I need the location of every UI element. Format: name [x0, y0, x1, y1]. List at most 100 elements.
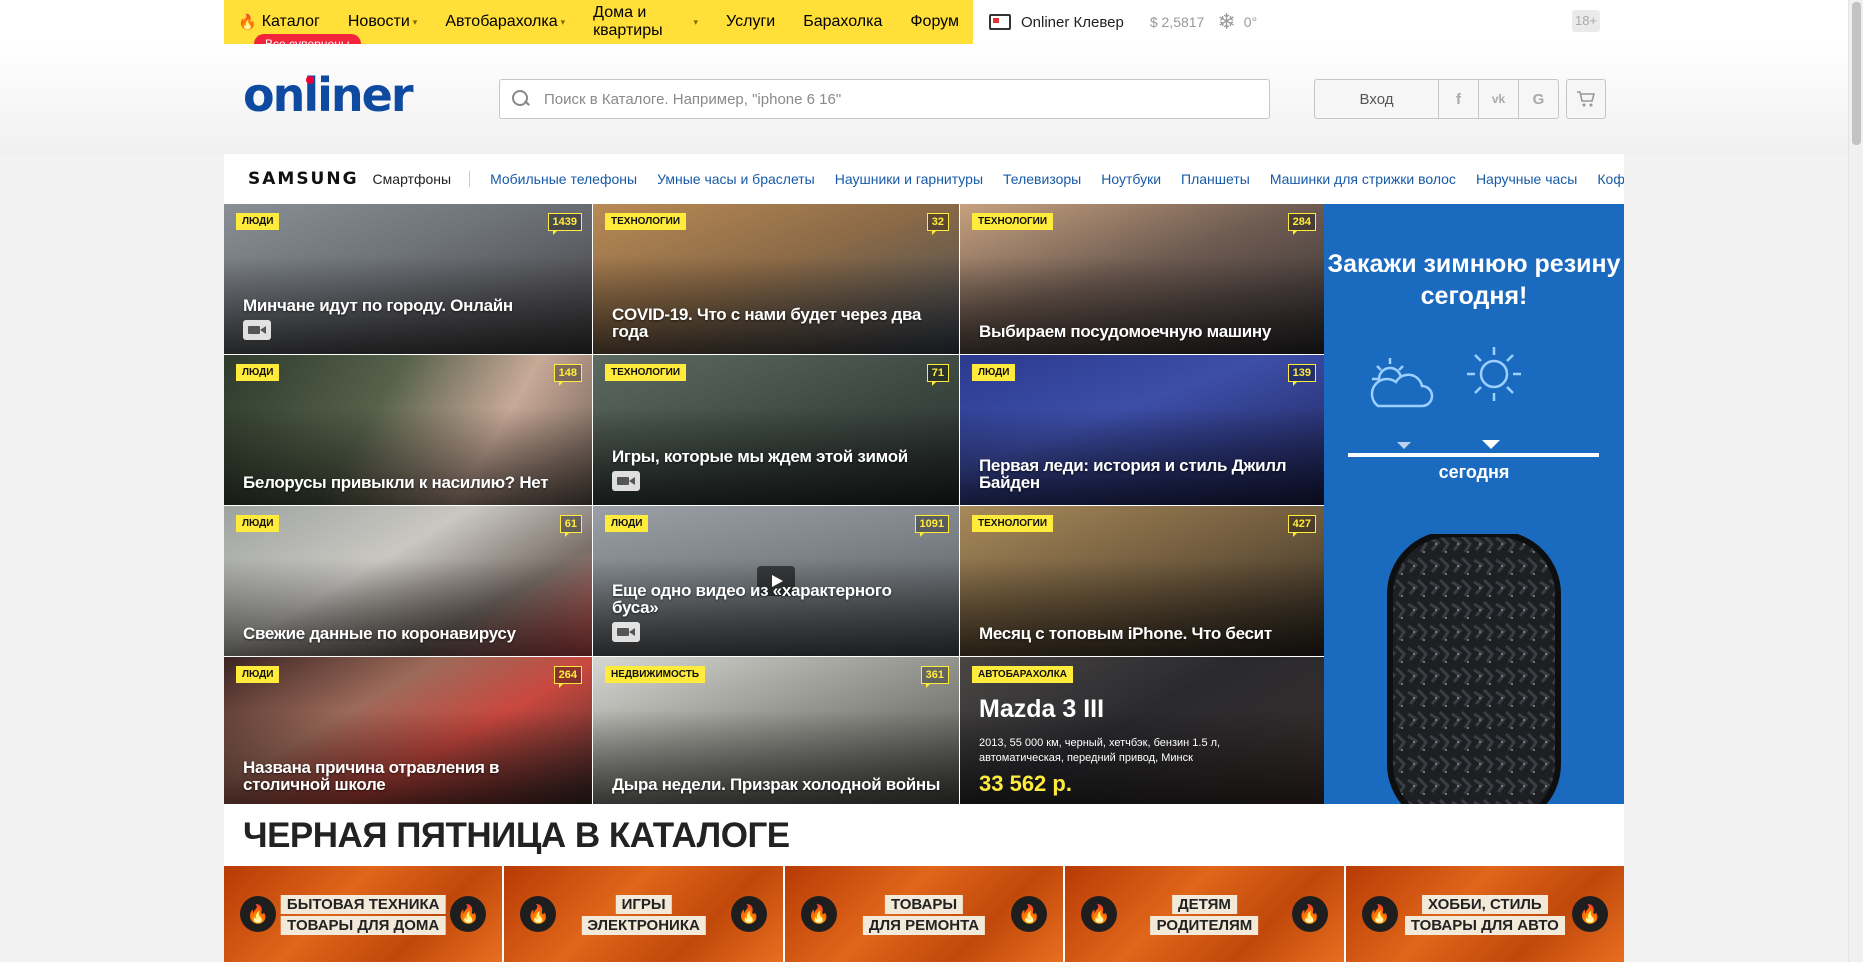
- nav-item-3[interactable]: Дома и квартиры ▾: [579, 0, 712, 44]
- search-input[interactable]: [544, 90, 1269, 108]
- clever-link[interactable]: Onliner Клевер: [1021, 14, 1124, 31]
- car-price: 33 562 р.: [979, 771, 1072, 796]
- comments-count[interactable]: 61: [559, 515, 582, 537]
- black-friday-card[interactable]: 🔥 ХОББИ, СТИЛЬ ТОВАРЫ ДЛЯ АВТО 🔥: [1345, 866, 1625, 962]
- comments-count[interactable]: 148: [553, 364, 582, 386]
- card-label: ТОВАРЫ ДЛЯ РЕМОНТА: [862, 894, 986, 936]
- car-description: 2013, 55 000 км, черный, хетчбэк, бензин…: [979, 737, 1221, 764]
- news-title[interactable]: Еще одно видео из «характерного буса»: [612, 582, 941, 616]
- news-tile[interactable]: Люди 61 Свежие данные по коронавирусу: [224, 506, 592, 656]
- site-header: onliner Вход f vk G: [0, 44, 1848, 154]
- news-tile[interactable]: Люди 139 Первая леди: история и стиль Джил…: [960, 355, 1326, 505]
- black-friday-section: ЧЕРНАЯ ПЯТНИЦА В КАТАЛОГЕ: [224, 804, 1624, 866]
- news-title[interactable]: Названа причина отравления в столичной ш…: [243, 759, 574, 793]
- rubric-badge[interactable]: Автобарахолка: [972, 666, 1074, 683]
- fire-icon: 🔥: [1572, 896, 1609, 932]
- login-button[interactable]: Вход: [1315, 80, 1438, 118]
- news-tile[interactable]: Люди 1439 Минчане идут по городу. Онлайн: [224, 204, 592, 354]
- rubric-badge[interactable]: Люди: [236, 666, 280, 683]
- video-camera-icon: [612, 471, 640, 491]
- facebook-login-icon[interactable]: f: [1438, 80, 1478, 118]
- category-link[interactable]: Наручные часы: [1476, 171, 1577, 187]
- news-tile[interactable]: Технологии 71 Игры, которые мы ждем этой з…: [593, 355, 959, 505]
- comments-count[interactable]: 1439: [547, 213, 582, 235]
- comments-count[interactable]: 71: [926, 364, 949, 386]
- rubric-badge[interactable]: Технологии: [605, 213, 687, 230]
- black-friday-card[interactable]: 🔥 ИГРЫ ЭЛЕКТРОНИКА 🔥: [504, 866, 783, 962]
- news-tile[interactable]: Люди 1091 Еще одно видео из «характерного …: [593, 506, 959, 656]
- google-login-icon[interactable]: G: [1518, 80, 1558, 118]
- currency-rate[interactable]: $ 2,5817: [1150, 14, 1205, 30]
- news-title[interactable]: Выбираем посудомоечную машину: [979, 323, 1308, 340]
- comments-count[interactable]: 284: [1287, 213, 1316, 235]
- news-title[interactable]: Первая леди: история и стиль Джилл Байде…: [979, 457, 1308, 491]
- category-link[interactable]: Ноутбуки: [1101, 171, 1161, 187]
- category-link[interactable]: Наушники и гарнитуры: [835, 171, 983, 187]
- banner-slider-track: [1348, 453, 1599, 457]
- news-title[interactable]: Дыра недели. Призрак холодной войны: [612, 776, 941, 793]
- nav-item-label: Услуги: [726, 13, 776, 30]
- rubric-badge[interactable]: Люди: [236, 213, 280, 230]
- nav-item-4[interactable]: Услуги: [712, 0, 789, 44]
- news-title[interactable]: Игры, которые мы ждем этой зимой: [612, 448, 941, 465]
- black-friday-card[interactable]: 🔥 ТОВАРЫ ДЛЯ РЕМОНТА 🔥: [784, 866, 1064, 962]
- category-link[interactable]: Машинки для стрижки волос: [1270, 171, 1456, 187]
- category-link[interactable]: Телевизоры: [1003, 171, 1081, 187]
- card-label-line: БЫТОВАЯ ТЕХНИКА: [280, 895, 446, 914]
- news-tile[interactable]: Технологии 427 Месяц с топовым iPhone. Что…: [960, 506, 1326, 656]
- winter-tyres-banner[interactable]: Закажи зимнюю резину сегодня! сегодня: [1324, 204, 1624, 804]
- news-tile[interactable]: Технологии 284 Выбираем посудомоечную маши…: [960, 204, 1326, 354]
- rubric-badge[interactable]: Технологии: [605, 364, 687, 381]
- vk-login-icon[interactable]: vk: [1478, 80, 1518, 118]
- news-tile[interactable]: Технологии 32 COVID-19. Что с нами будет ч…: [593, 204, 959, 354]
- news-title[interactable]: Белорусы привыкли к насилию? Нет: [243, 474, 574, 491]
- video-camera-icon: [243, 320, 271, 340]
- black-friday-title[interactable]: ЧЕРНАЯ ПЯТНИЦА В КАТАЛОГЕ: [243, 816, 790, 856]
- rubric-badge[interactable]: Люди: [605, 515, 649, 532]
- samsung-logo[interactable]: SAMSUNG: [248, 169, 359, 189]
- news-title[interactable]: Минчане идут по городу. Онлайн: [243, 297, 574, 314]
- card-label-line: РОДИТЕЛЯМ: [1150, 916, 1259, 935]
- black-friday-card[interactable]: 🔥 БЫТОВАЯ ТЕХНИКА ТОВАРЫ ДЛЯ ДОМА 🔥: [224, 866, 503, 962]
- category-link[interactable]: Кофеварки: [1597, 171, 1624, 187]
- comments-count[interactable]: 361: [920, 666, 949, 688]
- rubric-badge[interactable]: Люди: [236, 515, 280, 532]
- page-scrollbar[interactable]: [1848, 0, 1863, 962]
- comments-count[interactable]: 32: [926, 213, 949, 235]
- news-title[interactable]: Свежие данные по коронавирусу: [243, 625, 574, 642]
- rubric-badge[interactable]: Технологии: [972, 213, 1054, 230]
- category-link[interactable]: Умные часы и браслеты: [657, 171, 815, 187]
- rubric-badge[interactable]: Люди: [972, 364, 1016, 381]
- news-title[interactable]: Месяц с топовым iPhone. Что бесит: [979, 625, 1308, 642]
- car-title[interactable]: Mazda 3 III: [979, 695, 1104, 724]
- fire-icon: 🔥: [240, 896, 276, 932]
- scrollbar-thumb[interactable]: [1852, 2, 1861, 145]
- nav-item-5[interactable]: Барахолка: [789, 0, 896, 44]
- category-link[interactable]: Мобильные телефоны: [490, 171, 637, 187]
- black-friday-card[interactable]: 🔥 ДЕТЯМ РОДИТЕЛЯМ 🔥: [1065, 866, 1344, 962]
- card-label: ИГРЫ ЭЛЕКТРОНИКА: [581, 894, 706, 936]
- brand-subcategory[interactable]: Смартфоны: [373, 171, 471, 187]
- cart-button[interactable]: [1566, 79, 1606, 119]
- news-tile[interactable]: Недвижимость 361 Дыра недели. Призрак холо…: [593, 657, 959, 807]
- nav-item-6[interactable]: Форум: [896, 0, 973, 44]
- temperature[interactable]: 0°: [1244, 14, 1257, 30]
- news-tile[interactable]: Люди 264 Названа причина отравления в стол…: [224, 657, 592, 807]
- comments-count[interactable]: 264: [553, 666, 582, 688]
- onliner-logo[interactable]: onliner: [243, 68, 414, 122]
- rubric-badge[interactable]: Люди: [236, 364, 280, 381]
- chevron-down-icon: ▾: [560, 16, 566, 27]
- card-label-line: ТОВАРЫ ДЛЯ АВТО: [1404, 916, 1565, 935]
- comments-count[interactable]: 427: [1287, 515, 1316, 537]
- nav-item-2[interactable]: Автобарахолка ▾: [431, 0, 579, 44]
- rubric-badge[interactable]: Недвижимость: [605, 666, 706, 683]
- car-ad-tile[interactable]: Автобарахолка Mazda 3 III 2013, 55 000 км,…: [960, 657, 1326, 807]
- comments-count[interactable]: 1091: [914, 515, 949, 537]
- flame-icon: 🔥: [238, 14, 257, 31]
- news-tile[interactable]: Люди 148 Белорусы привыкли к насилию? Нет: [224, 355, 592, 505]
- news-title[interactable]: COVID-19. Что с нами будет через два год…: [612, 306, 941, 340]
- rubric-badge[interactable]: Технологии: [972, 515, 1054, 532]
- comments-count[interactable]: 139: [1287, 364, 1316, 386]
- fire-icon: 🔥: [450, 896, 487, 932]
- category-link[interactable]: Планшеты: [1181, 171, 1250, 187]
